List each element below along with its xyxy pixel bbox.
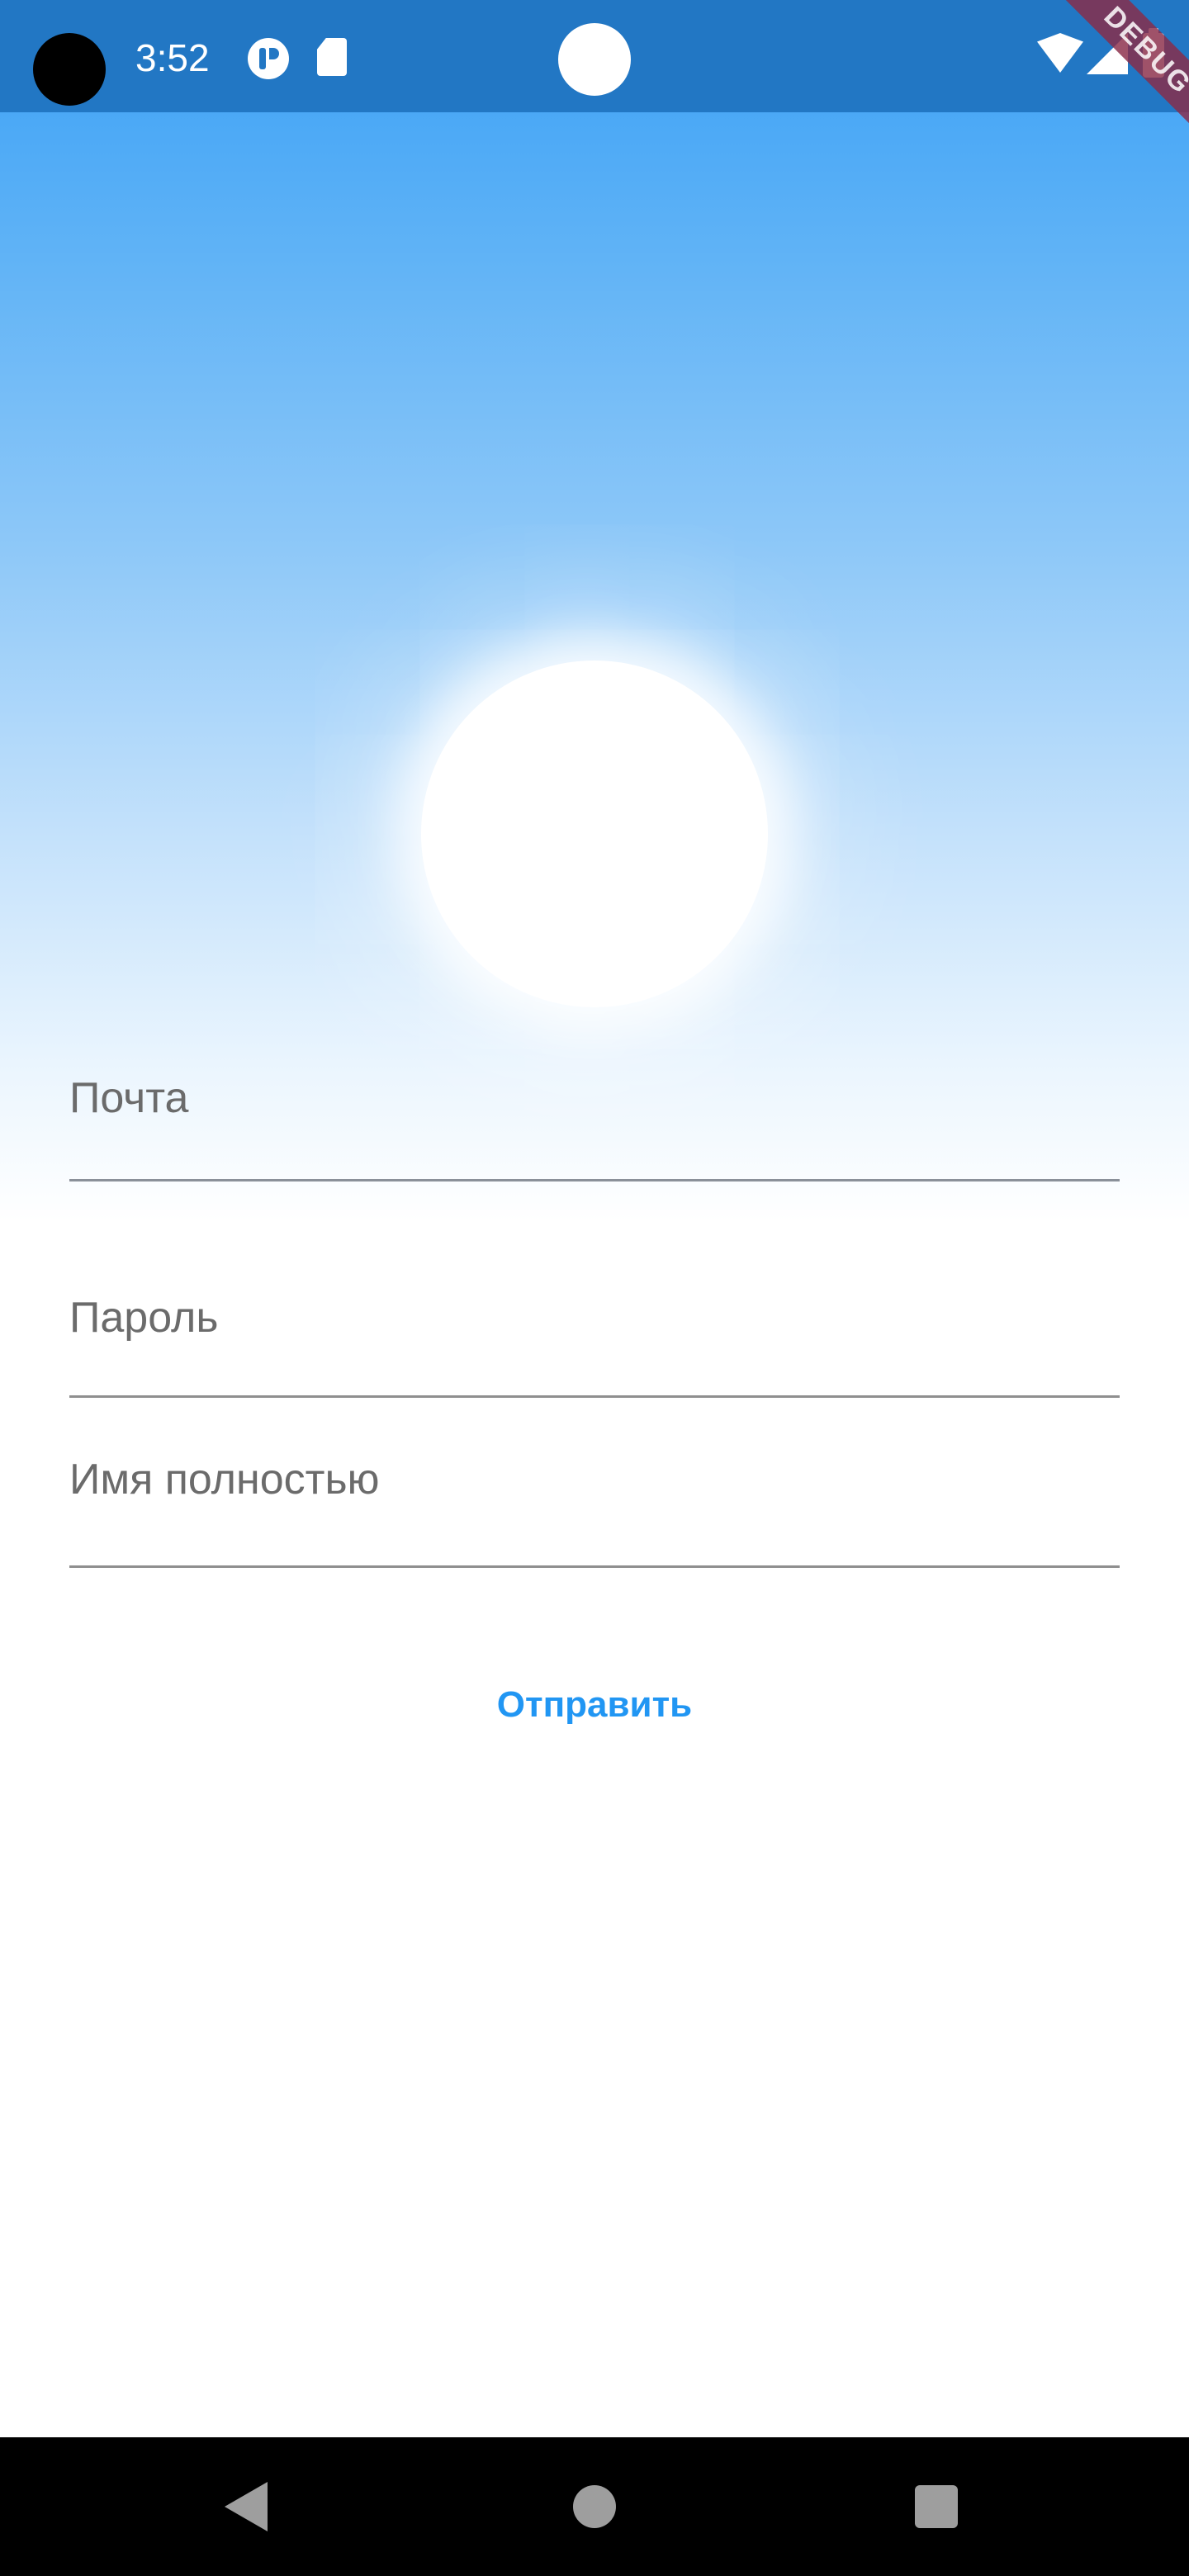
password-field[interactable]: Пароль <box>69 1278 1120 1398</box>
home-icon[interactable] <box>573 2485 616 2528</box>
fullname-field-label: Имя полностью <box>69 1456 380 1503</box>
submit-button[interactable]: Отправить <box>429 1676 760 1734</box>
wifi-icon <box>1037 33 1083 73</box>
app-notification-icon <box>248 38 289 79</box>
navigation-bar <box>0 2437 1189 2576</box>
back-icon[interactable] <box>225 2482 268 2531</box>
sun-illustration <box>421 661 768 1007</box>
status-time: 3:52 <box>135 36 210 79</box>
front-camera-icon <box>558 23 631 96</box>
app-screen: 3:52 DEBUG Почта Пароль Имя полностью От… <box>0 0 1189 2576</box>
recents-icon[interactable] <box>915 2485 958 2528</box>
sky-gradient-background <box>0 0 1189 1222</box>
email-field[interactable]: Почта <box>69 1057 1120 1181</box>
camera-cutout-icon <box>33 33 106 106</box>
fullname-field[interactable]: Имя полностью <box>69 1453 1120 1568</box>
sd-card-icon <box>317 38 347 76</box>
status-bar: 3:52 <box>0 0 1189 112</box>
email-field-label: Почта <box>69 1074 189 1122</box>
password-field-label: Пароль <box>69 1294 219 1342</box>
